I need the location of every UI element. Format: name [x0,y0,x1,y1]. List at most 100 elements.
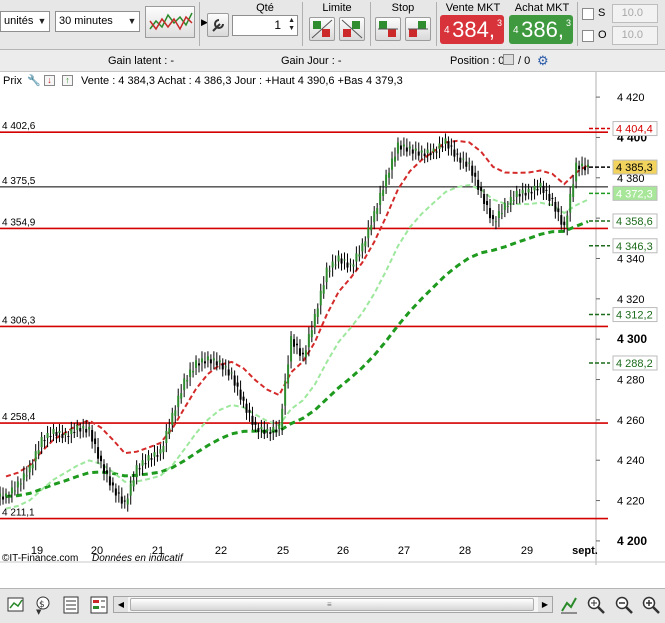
scrollbar-thumb[interactable]: ≡ [130,598,534,611]
candle-body [506,206,509,208]
candle-body [310,330,313,338]
wrench-button[interactable] [207,13,229,37]
scroll-right-icon[interactable]: ▶ [538,597,552,612]
qty-input[interactable]: 1 ▲ ▼ [232,15,298,36]
candle-body [150,458,153,460]
candle-body [278,424,281,429]
interval-select[interactable]: 30 minutes ▼ [55,11,140,32]
sell-mkt-button[interactable]: 4 384, 3 [440,15,504,44]
candle-body [587,164,589,168]
candle-body [200,358,203,363]
candle-body [25,475,28,477]
zoom-out-icon[interactable] [614,595,634,615]
candle-body [97,447,100,459]
candle-body [251,415,254,425]
candle-body [313,313,316,328]
candle-body [159,449,162,454]
candle-body [111,482,114,486]
print-icon[interactable] [61,595,81,615]
candle-body [266,428,269,431]
candle-body [117,492,120,494]
candle-body [548,193,551,201]
candle-body [316,308,319,317]
arrow-down-icon[interactable]: ↓ [44,75,55,86]
stop-sell-button[interactable] [405,17,431,41]
qty-spinner-icon[interactable]: ▲ ▼ [288,17,295,33]
candle-body [450,145,453,147]
candle-body [396,142,399,154]
candle-body [491,215,494,220]
position-info-row: Gain latent : - Gain Jour : - Position :… [0,50,665,72]
candle-body [156,455,159,457]
horizontal-level-label: 4 354,9 [2,217,36,228]
candle-body [527,188,530,193]
candle-body [138,468,141,470]
units-select[interactable]: unités ▼ [0,11,50,32]
o-checkbox[interactable] [582,30,594,42]
candle-body [432,148,435,153]
candle-body [7,496,10,498]
y-tick-label: 4 260 [617,415,645,427]
candle-body [524,192,527,196]
buy-price-decimal: 3 [565,18,571,28]
wrench-icon[interactable]: 🔧 [27,74,41,87]
candle-body [557,208,560,213]
zoom-fit-icon[interactable] [586,595,606,615]
candle-body [296,343,298,346]
time-scrollbar[interactable]: ◀ ≡ ▶ [113,596,553,613]
candle-body [569,193,572,213]
candle-body [281,408,284,428]
buy-price-prefix: 4 [513,25,519,36]
stop-buy-button[interactable] [375,17,401,41]
buy-mkt-button[interactable]: 4 386, 3 [509,15,573,44]
scroll-left-icon[interactable]: ◀ [114,597,128,612]
gears-icon[interactable]: ⚙ [537,53,549,69]
limit-sell-button[interactable] [339,17,365,41]
candlestick-chart-icon [149,12,193,31]
x-tick-label: 27 [398,545,410,557]
candle-body [456,153,459,155]
bottom-toolbar: $ ▼ ◀ ≡ ▶ [0,588,665,623]
candle-body [236,382,239,387]
s-value-field[interactable]: 10.0 [612,4,658,23]
candle-body [126,498,129,505]
trading-chart-window: unités ▼ 30 minutes ▼ ▶ Qté 1 ▲▼ Limite [0,0,665,623]
candle-body [0,493,2,497]
candle-body [444,138,447,144]
candle-body [364,241,367,247]
price-tag-label: 4 346,3 [616,241,653,253]
chart-type-button[interactable] [145,6,195,38]
candle-body [539,182,542,188]
price-chart[interactable]: 4 4204 4004 3804 3604 3404 3204 3004 280… [0,72,665,565]
position-detail-icon[interactable] [503,54,514,65]
x-tick-label: 28 [459,545,471,557]
candle-body [239,389,242,400]
arrow-up-icon[interactable]: ↑ [62,75,73,86]
candle-body [212,358,215,361]
candle-body [198,363,201,366]
sell-price-value: 384, [452,17,495,42]
export-icon[interactable] [89,595,109,615]
candle-body [474,172,477,177]
y-tick-label: 4 220 [617,496,645,508]
candle-body [494,221,497,223]
candle-body [203,361,206,364]
candle-body [429,152,432,156]
stop-label: Stop [391,2,415,14]
s-checkbox[interactable] [582,8,594,20]
indicator-icon[interactable]: $▼ [33,595,53,615]
candle-body [349,263,352,265]
candle-body [192,370,195,373]
limit-label: Limite [322,2,352,14]
drawing-icon[interactable] [559,595,579,615]
candle-body [123,500,126,502]
zoom-in-icon[interactable] [641,595,661,615]
chart-tools-icon[interactable] [6,595,26,615]
candle-body [447,141,450,149]
candle-body [545,189,548,191]
limit-buy-button[interactable] [309,17,335,41]
candle-body [5,493,7,497]
o-value-field[interactable]: 10.0 [612,26,658,45]
candle-body [13,490,16,492]
candle-body [31,464,34,469]
